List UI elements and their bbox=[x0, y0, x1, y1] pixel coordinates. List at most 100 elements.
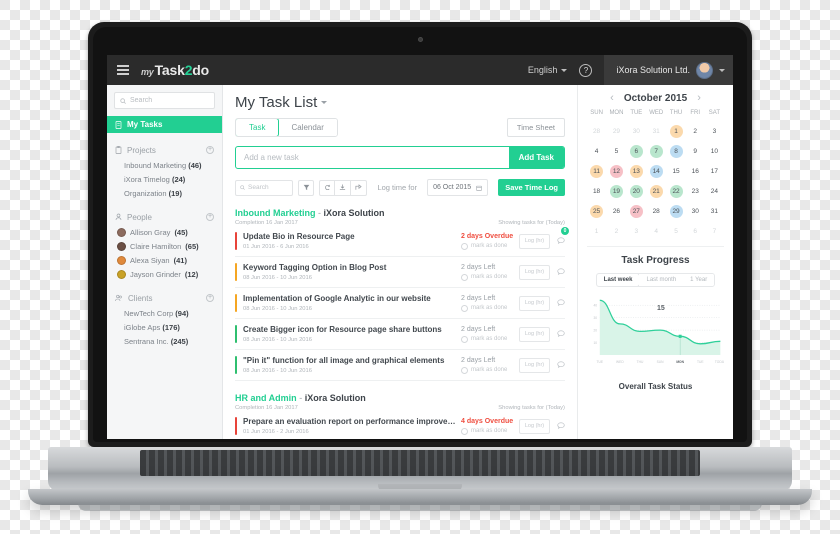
calendar-cell[interactable]: 3 bbox=[705, 119, 724, 139]
calendar-cell[interactable]: 30 bbox=[627, 119, 646, 139]
calendar-cell[interactable]: 31 bbox=[646, 119, 667, 139]
mark-as-done-toggle[interactable]: mark as done bbox=[461, 335, 519, 343]
sidebar-item-sentrana-inc[interactable]: Sentrana Inc. (245) bbox=[107, 334, 222, 348]
comments-button[interactable] bbox=[557, 325, 565, 343]
mark-as-done-toggle[interactable]: mark as done bbox=[461, 273, 519, 281]
table-row[interactable]: Prepare an evaluation report on performa… bbox=[235, 411, 565, 439]
calendar-cell[interactable]: 20 bbox=[627, 179, 646, 199]
comments-button[interactable] bbox=[557, 294, 565, 312]
calendar-cell[interactable]: 19 bbox=[606, 179, 627, 199]
sidebar-item-allison-gray[interactable]: Allison Gray (45) bbox=[107, 225, 222, 239]
calendar-cell[interactable]: 4 bbox=[646, 219, 667, 239]
add-project-icon[interactable]: + bbox=[206, 146, 214, 154]
calendar-cell[interactable]: 12 bbox=[606, 159, 627, 179]
calendar-cell[interactable]: 7 bbox=[646, 139, 667, 159]
table-row[interactable]: Implementation of Google Analytic in our… bbox=[235, 288, 565, 319]
comments-button[interactable] bbox=[557, 263, 565, 281]
sidebar-item-claire-hamilton[interactable]: Claire Hamilton (65) bbox=[107, 239, 222, 253]
task-group-title[interactable]: Inbound Marketing - iXora Solution bbox=[235, 208, 565, 218]
mark-as-done-toggle[interactable]: mark as done bbox=[461, 427, 519, 435]
add-person-icon[interactable]: + bbox=[206, 213, 214, 221]
sidebar-search-input[interactable]: Search bbox=[114, 92, 215, 109]
calendar-cell[interactable]: 24 bbox=[705, 179, 724, 199]
calendar-cell[interactable]: 28 bbox=[587, 119, 606, 139]
calendar-cell[interactable]: 29 bbox=[606, 119, 627, 139]
page-title[interactable]: My Task List bbox=[235, 94, 565, 111]
calendar-cell[interactable]: 17 bbox=[705, 159, 724, 179]
calendar-cell[interactable]: 14 bbox=[646, 159, 667, 179]
table-row[interactable]: Update Bio in Resource Page 01 Jun 2016 … bbox=[235, 226, 569, 257]
sidebar-item-alexa-siyan[interactable]: Alexa Siyan (41) bbox=[107, 253, 222, 267]
log-hours-input[interactable]: Log (hr) bbox=[519, 295, 550, 311]
calendar-cell[interactable]: 15 bbox=[667, 159, 686, 179]
calendar-cell[interactable]: 31 bbox=[705, 199, 724, 219]
calendar-cell[interactable]: 5 bbox=[606, 139, 627, 159]
hamburger-menu-icon[interactable] bbox=[117, 65, 129, 75]
download-button[interactable] bbox=[335, 179, 351, 196]
calendar-cell[interactable]: 6 bbox=[627, 139, 646, 159]
help-icon[interactable]: ? bbox=[579, 63, 593, 77]
calendar-cell[interactable]: 30 bbox=[686, 199, 705, 219]
calendar-cell[interactable]: 21 bbox=[646, 179, 667, 199]
add-task-input[interactable]: Add a new task bbox=[236, 147, 509, 168]
add-task-button[interactable]: Add Task bbox=[508, 147, 564, 168]
add-client-icon[interactable]: + bbox=[206, 294, 214, 302]
mark-as-done-toggle[interactable]: mark as done bbox=[461, 242, 519, 250]
comments-button[interactable] bbox=[557, 356, 565, 374]
task-group-title[interactable]: HR and Admin - iXora Solution bbox=[235, 393, 565, 403]
tab-one-year[interactable]: 1 Year bbox=[683, 274, 715, 286]
log-date-input[interactable]: 06 Oct 2015 bbox=[427, 179, 489, 196]
table-row[interactable]: Create Bigger icon for Resource page sha… bbox=[235, 319, 565, 350]
table-row[interactable]: Keyword Tagging Option in Blog Post 08 J… bbox=[235, 257, 565, 288]
task-search-input[interactable]: Search bbox=[235, 179, 293, 196]
calendar-cell[interactable]: 11 bbox=[587, 159, 606, 179]
calendar-cell[interactable]: 4 bbox=[587, 139, 606, 159]
calendar-cell[interactable]: 25 bbox=[587, 199, 606, 219]
calendar-cell[interactable]: 23 bbox=[686, 179, 705, 199]
chevron-left-icon[interactable]: ‹ bbox=[610, 93, 614, 104]
tab-last-month[interactable]: Last month bbox=[639, 274, 684, 286]
tab-last-week[interactable]: Last week bbox=[596, 274, 641, 286]
calendar-cell[interactable]: 8 bbox=[667, 139, 686, 159]
calendar-cell[interactable]: 2 bbox=[686, 119, 705, 139]
sidebar-item-newtech-corp[interactable]: NewTech Corp (94) bbox=[107, 306, 222, 320]
calendar-cell[interactable]: 26 bbox=[606, 199, 627, 219]
calendar-cell[interactable]: 3 bbox=[627, 219, 646, 239]
calendar-cell[interactable]: 6 bbox=[686, 219, 705, 239]
calendar-cell[interactable]: 1 bbox=[587, 219, 606, 239]
sidebar-item-my-tasks[interactable]: My Tasks bbox=[107, 116, 222, 133]
share-button[interactable] bbox=[351, 179, 367, 196]
calendar-cell[interactable]: 27 bbox=[627, 199, 646, 219]
sidebar-item-ixora-timelog[interactable]: iXora Timelog (24) bbox=[107, 172, 222, 186]
calendar-cell[interactable]: 29 bbox=[667, 199, 686, 219]
log-hours-input[interactable]: Log (hr) bbox=[519, 357, 550, 373]
sidebar-item-inbound-marketing[interactable]: Inbound Marketing (46) bbox=[107, 158, 222, 172]
comments-button[interactable]: 0 bbox=[557, 227, 569, 250]
calendar-cell[interactable]: 18 bbox=[587, 179, 606, 199]
calendar-cell[interactable]: 2 bbox=[606, 219, 627, 239]
calendar-cell[interactable]: 7 bbox=[705, 219, 724, 239]
calendar-cell[interactable]: 5 bbox=[667, 219, 686, 239]
calendar-cell[interactable]: 13 bbox=[627, 159, 646, 179]
refresh-button[interactable] bbox=[319, 179, 335, 196]
chevron-right-icon[interactable]: › bbox=[697, 93, 701, 104]
log-hours-input[interactable]: Log (hr) bbox=[519, 233, 550, 249]
mark-as-done-toggle[interactable]: mark as done bbox=[461, 304, 519, 312]
account-menu[interactable]: iXora Solution Ltd. bbox=[604, 55, 733, 85]
time-sheet-button[interactable]: Time Sheet bbox=[506, 118, 565, 137]
calendar-cell[interactable]: 1 bbox=[667, 119, 686, 139]
sidebar-item-iglobe-aps[interactable]: iGlobe Aps (176) bbox=[107, 320, 222, 334]
calendar-cell[interactable]: 28 bbox=[646, 199, 667, 219]
calendar-cell[interactable]: 16 bbox=[686, 159, 705, 179]
mark-as-done-toggle[interactable]: mark as done bbox=[461, 366, 519, 374]
app-logo[interactable]: my Task 2 do bbox=[141, 62, 209, 78]
sidebar-item-organization[interactable]: Organization (19) bbox=[107, 186, 222, 200]
tab-calendar[interactable]: Calendar bbox=[278, 119, 337, 136]
log-hours-input[interactable]: Log (hr) bbox=[519, 326, 550, 342]
log-hours-input[interactable]: Log (hr) bbox=[519, 264, 550, 280]
save-time-log-button[interactable]: Save Time Log bbox=[498, 179, 565, 196]
comments-button[interactable] bbox=[557, 417, 565, 435]
chart-highlight-point[interactable] bbox=[678, 334, 682, 338]
language-selector[interactable]: English bbox=[528, 65, 568, 75]
calendar-cell[interactable]: 10 bbox=[705, 139, 724, 159]
